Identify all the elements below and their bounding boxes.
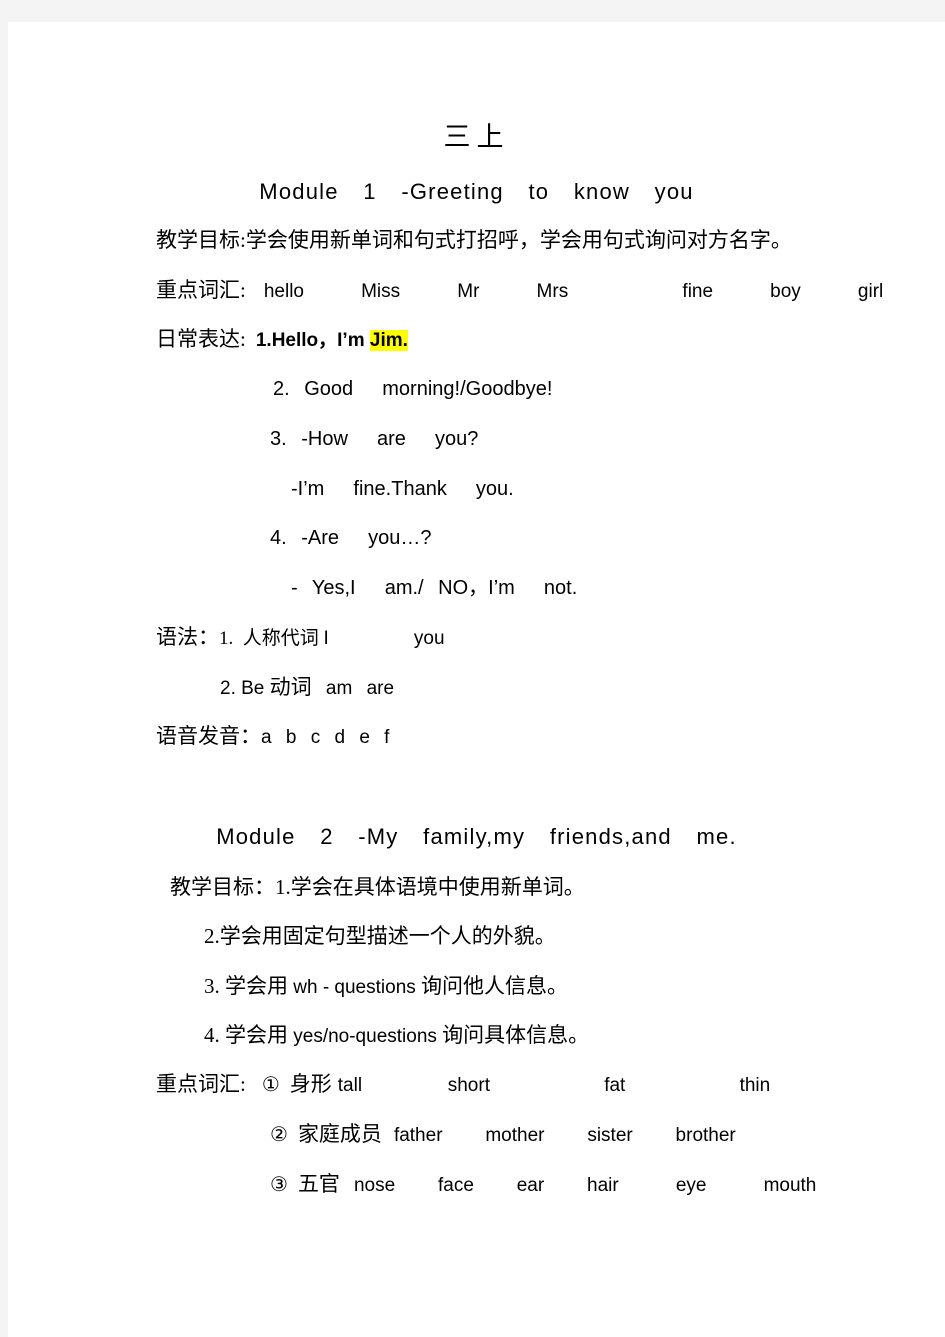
module2-objective-3-cn-after: 询问他人信息。 bbox=[415, 974, 569, 998]
module1-daily-item-3: 3. -How are you? bbox=[270, 428, 479, 450]
document-content: 三上 Module 1 -Greeting to know you 教学目标:学… bbox=[8, 22, 945, 1337]
module1-daily-item-4-answer: - Yes,I am./ NO，I’m not. bbox=[291, 577, 578, 599]
module1-phonics-letters: a b c d e f bbox=[261, 727, 390, 748]
module2-vocab-group-1-marker: ① bbox=[261, 1072, 280, 1096]
module1-heading: Module 1 -Greeting to know you bbox=[259, 179, 694, 204]
module1-daily-item-1-text: 1.Hello，I’m bbox=[255, 330, 370, 351]
module1-grammar-item-2-suffix: am are bbox=[311, 678, 395, 699]
module1-daily-item-3-answer: -I’m fine.Thank you. bbox=[291, 478, 514, 500]
module2-objectives-row-1: 教学目标：1.学会在具体语境中使用新单词。 bbox=[170, 877, 585, 898]
module2-vocab-group-3-marker: ③ bbox=[270, 1172, 288, 1196]
module1-grammar-item-1-cn: 1. 人称代词 bbox=[219, 628, 324, 649]
module2-vocab-group-3-category: 五官 bbox=[297, 1172, 340, 1196]
module2-objective-2: 2.学会用固定句型描述一个人的外貌。 bbox=[204, 924, 556, 948]
module1-daily-row-1: 日常表达: 1.Hello，I’m Jim. bbox=[156, 327, 408, 351]
module1-grammar-row-2: 2. Be 动词 am are bbox=[220, 675, 395, 699]
module1-phonics-row: 语音发音：a b c d e f bbox=[156, 724, 390, 748]
document-page: 三上 Module 1 -Greeting to know you 教学目标:学… bbox=[8, 22, 945, 1337]
module1-grammar-item-1-en: I you bbox=[323, 628, 445, 649]
module1-objectives-label: 教学目标: bbox=[156, 228, 246, 252]
module2-objective-4-cn-before: 4. 学会用 bbox=[204, 1023, 294, 1047]
module2-vocab-group-2-marker: ② bbox=[270, 1122, 288, 1146]
module2-vocab-group-2-words: father mother sister brother bbox=[393, 1125, 736, 1146]
module1-grammar-label: 语法： bbox=[156, 625, 219, 649]
module1-daily-item-4: 4. -Are you…? bbox=[270, 527, 432, 549]
module2-objectives-label: 教学目标： bbox=[170, 875, 275, 899]
module1-vocab-words: hello Miss Mr Mrs fine boy girl bbox=[263, 281, 884, 302]
module1-daily-item-1-highlight: Jim. bbox=[369, 330, 408, 351]
module1-phonics-label: 语音发音： bbox=[156, 724, 261, 748]
module1-objectives-text: 学会使用新单词和句式打招呼，学会用句式询问对方名字。 bbox=[245, 228, 792, 252]
module1-objectives: 教学目标:学会使用新单词和句式打招呼，学会用句式询问对方名字。 bbox=[156, 230, 792, 251]
module2-objective-3: 3. 学会用 wh - questions 询问他人信息。 bbox=[204, 974, 569, 998]
module2-vocab-row-1: 重点词汇: ① 身形 tall short fat thin bbox=[156, 1072, 771, 1096]
module2-objective-3-cn-before: 3. 学会用 bbox=[204, 974, 294, 998]
module1-grammar-item-2-cn: 动词 bbox=[269, 675, 312, 699]
document-title: 三上 bbox=[443, 122, 510, 152]
module2-vocab-group-1-category: 身形 bbox=[289, 1072, 332, 1096]
module1-grammar-item-2-prefix: 2. Be bbox=[220, 678, 270, 699]
module1-grammar-row-1: 语法：1. 人称代词 I you bbox=[156, 625, 445, 649]
module2-objective-1-text: 1.学会在具体语境中使用新单词。 bbox=[275, 875, 585, 899]
module2-vocab-group-3-words: nose face ear hair eye mouth bbox=[353, 1175, 817, 1196]
module2-objective-3-en: wh - questions bbox=[293, 977, 416, 998]
module2-vocab-label: 重点词汇: bbox=[156, 1072, 246, 1096]
module2-vocab-row-3: ③ 五官 nose face ear hair eye mouth bbox=[270, 1172, 817, 1196]
module1-daily-item-2: 2. Good morning!/Goodbye! bbox=[273, 378, 553, 400]
module1-daily-label: 日常表达: bbox=[156, 327, 246, 351]
module2-objective-4-en: yes/no-questions bbox=[293, 1026, 437, 1047]
module2-vocab-group-1-words: tall short fat thin bbox=[337, 1075, 771, 1096]
module1-vocab-row: 重点词汇: hello Miss Mr Mrs fine boy girl bbox=[156, 278, 884, 302]
module2-objective-4-cn-after: 询问具体信息。 bbox=[436, 1023, 590, 1047]
module2-vocab-row-2: ② 家庭成员 father mother sister brother bbox=[270, 1122, 736, 1146]
module2-vocab-group-2-category: 家庭成员 bbox=[297, 1122, 382, 1146]
module2-heading: Module 2 -My family,my friends,and me. bbox=[216, 824, 737, 849]
module2-objective-4: 4. 学会用 yes/no-questions 询问具体信息。 bbox=[204, 1023, 590, 1047]
module1-vocab-label: 重点词汇: bbox=[156, 278, 246, 302]
